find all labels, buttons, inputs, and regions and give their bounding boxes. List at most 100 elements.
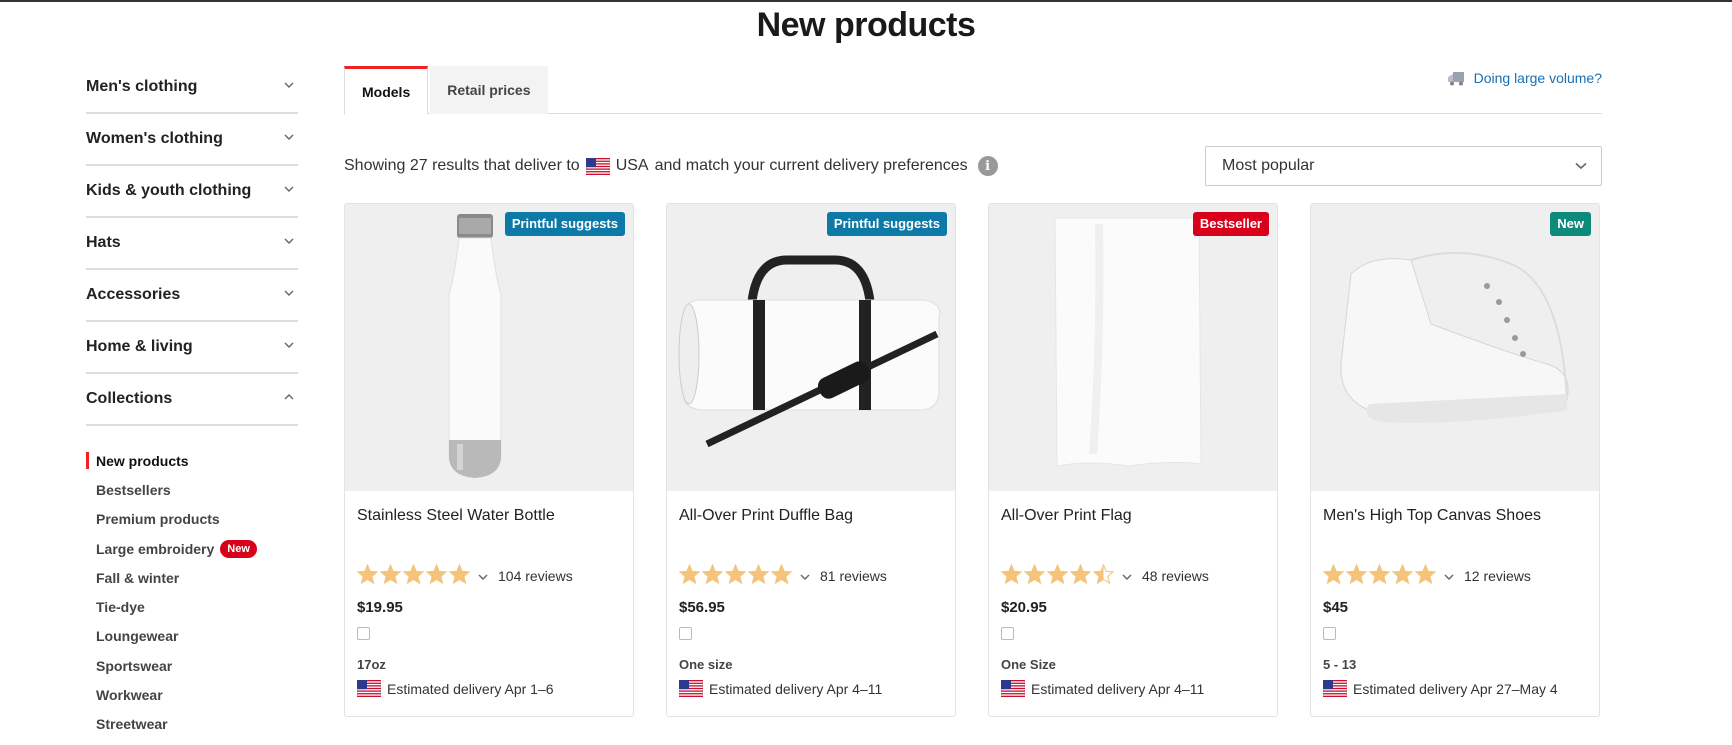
sidebar-item-label: Fall & winter <box>96 569 180 586</box>
sidebar-item-fall-winter[interactable]: Fall & winter <box>86 563 298 592</box>
us-flag-icon <box>678 679 704 698</box>
compare-checkbox[interactable] <box>1323 627 1336 640</box>
star-icon <box>1092 562 1115 589</box>
sidebar-item-bestsellers[interactable]: Bestsellers <box>86 475 298 504</box>
category-label: Accessories <box>86 286 181 303</box>
review-count: 81 reviews <box>820 568 887 584</box>
compare-checkbox[interactable] <box>679 627 692 640</box>
chevron-down-icon <box>284 238 294 248</box>
delivery-estimate: Estimated delivery Apr 27–May 4 <box>1322 679 1587 698</box>
tab-retail-prices[interactable]: Retail prices <box>430 66 548 114</box>
delivery-text: Estimated delivery Apr 4–11 <box>709 680 883 697</box>
star-icon <box>379 562 402 589</box>
sidebar-item-label: Streetwear <box>96 716 168 733</box>
sidebar-item-premium-products[interactable]: Premium products <box>86 505 298 534</box>
us-flag-icon <box>1000 679 1026 698</box>
sidebar-item-large-embroidery[interactable]: Large embroidery New <box>86 534 298 563</box>
star-icon <box>678 562 701 589</box>
sidebar-item-label: Bestsellers <box>96 481 171 498</box>
product-price: $56.95 <box>679 599 725 616</box>
category-label: Hats <box>86 234 121 251</box>
delivery-estimate: Estimated delivery Apr 4–11 <box>1000 679 1265 698</box>
product-size: One Size <box>1001 657 1056 672</box>
sidebar-item-sportswear[interactable]: Sportswear <box>86 651 298 680</box>
product-card[interactable]: Printful suggests All-Over Print Duffle B… <box>666 203 956 717</box>
chevron-down-icon <box>284 134 294 144</box>
delivery-text: Estimated delivery Apr 4–11 <box>1031 680 1205 697</box>
product-name[interactable]: All-Over Print Duffle Bag <box>679 507 943 565</box>
product-badge: Printful suggests <box>826 212 947 236</box>
product-name[interactable]: All-Over Print Flag <box>1001 507 1265 565</box>
star-icon <box>425 562 448 589</box>
product-image[interactable]: New <box>1311 204 1599 491</box>
chevron-down-icon[interactable] <box>1122 567 1132 585</box>
delivery-text: Estimated delivery Apr 27–May 4 <box>1353 680 1558 697</box>
sidebar-category-accessories[interactable]: Accessories <box>86 270 298 322</box>
product-image[interactable]: Bestseller <box>989 204 1277 491</box>
chevron-down-icon[interactable] <box>478 567 488 585</box>
us-flag-icon <box>356 679 382 698</box>
compare-checkbox[interactable] <box>357 627 370 640</box>
product-rating[interactable]: 81 reviews <box>678 562 943 589</box>
tab-models[interactable]: Models <box>344 66 429 115</box>
sidebar-item-beachwear[interactable]: Beachwear <box>86 739 298 745</box>
product-price: $19.95 <box>357 599 403 616</box>
chevron-down-icon[interactable] <box>800 567 810 585</box>
sidebar-item-label: Premium products <box>96 511 220 528</box>
star-icon <box>747 562 770 589</box>
view-tabs: Models Retail prices Doing large volume? <box>344 66 1602 115</box>
sidebar-category-collections[interactable]: Collections <box>86 374 298 426</box>
product-image[interactable]: Printful suggests <box>667 204 955 491</box>
sidebar-item-new-products[interactable]: New products <box>86 446 298 475</box>
chevron-down-icon <box>284 290 294 300</box>
delivery-estimate: Estimated delivery Apr 4–11 <box>678 679 943 698</box>
sidebar-category-home-living[interactable]: Home & living <box>86 322 298 374</box>
product-size: 17oz <box>357 657 386 672</box>
sidebar-item-label: Workwear <box>96 687 163 704</box>
product-badge: New <box>1550 212 1591 236</box>
category-label: Men's clothing <box>86 78 198 95</box>
sort-select[interactable]: Most popular <box>1205 146 1602 186</box>
product-card[interactable]: New Men's High Top Canvas Shoes 12 reviews… <box>1310 203 1600 717</box>
chevron-down-icon[interactable] <box>1444 567 1454 585</box>
sidebar-item-label: Loungewear <box>96 628 179 645</box>
sidebar-item-workwear[interactable]: Workwear <box>86 680 298 709</box>
product-image[interactable]: Printful suggests <box>345 204 633 491</box>
sidebar-category-women-s-clothing[interactable]: Women's clothing <box>86 114 298 166</box>
sidebar-item-streetwear[interactable]: Streetwear <box>86 710 298 739</box>
product-rating[interactable]: 12 reviews <box>1322 562 1587 589</box>
product-rating[interactable]: 104 reviews <box>356 562 621 589</box>
main-content: Models Retail prices Doing large volume?… <box>344 66 1602 717</box>
product-name[interactable]: Men's High Top Canvas Shoes <box>1323 507 1587 565</box>
star-icon <box>356 562 379 589</box>
sidebar-item-label: Sportswear <box>96 657 173 674</box>
compare-checkbox[interactable] <box>1001 627 1014 640</box>
sidebar-item-label: New products <box>96 452 189 469</box>
sidebar-item-tie-dye[interactable]: Tie-dye <box>86 592 298 621</box>
product-rating[interactable]: 48 reviews <box>1000 562 1265 589</box>
product-card[interactable]: Printful suggests Stainless Steel Water B… <box>344 203 634 717</box>
star-icon <box>1345 562 1368 589</box>
large-volume-label: Doing large volume? <box>1473 70 1602 86</box>
star-icon <box>1322 562 1345 589</box>
results-country: USA <box>615 157 649 174</box>
info-icon[interactable]: i <box>977 156 998 176</box>
rating-stars <box>1322 562 1437 589</box>
sidebar-category-kids-youth-clothing[interactable]: Kids & youth clothing <box>86 166 298 218</box>
review-count: 12 reviews <box>1464 568 1531 584</box>
sidebar-item-loungewear[interactable]: Loungewear <box>86 622 298 651</box>
rating-stars <box>356 562 471 589</box>
chevron-down-icon <box>1575 162 1587 170</box>
us-flag-icon <box>1322 679 1348 698</box>
sort-selected-value: Most popular <box>1222 157 1315 174</box>
sidebar-category-men-s-clothing[interactable]: Men's clothing <box>86 62 298 114</box>
volume-truck-icon <box>1447 72 1464 86</box>
product-name[interactable]: Stainless Steel Water Bottle <box>357 507 621 565</box>
review-count: 48 reviews <box>1142 568 1209 584</box>
product-badge: Bestseller <box>1192 212 1269 236</box>
top-border <box>0 0 1732 2</box>
large-volume-link[interactable]: Doing large volume? <box>1447 70 1602 86</box>
product-card[interactable]: Bestseller All-Over Print Flag 48 reviews $… <box>988 203 1278 717</box>
sidebar-category-hats[interactable]: Hats <box>86 218 298 270</box>
delivery-estimate: Estimated delivery Apr 1–6 <box>356 679 621 698</box>
